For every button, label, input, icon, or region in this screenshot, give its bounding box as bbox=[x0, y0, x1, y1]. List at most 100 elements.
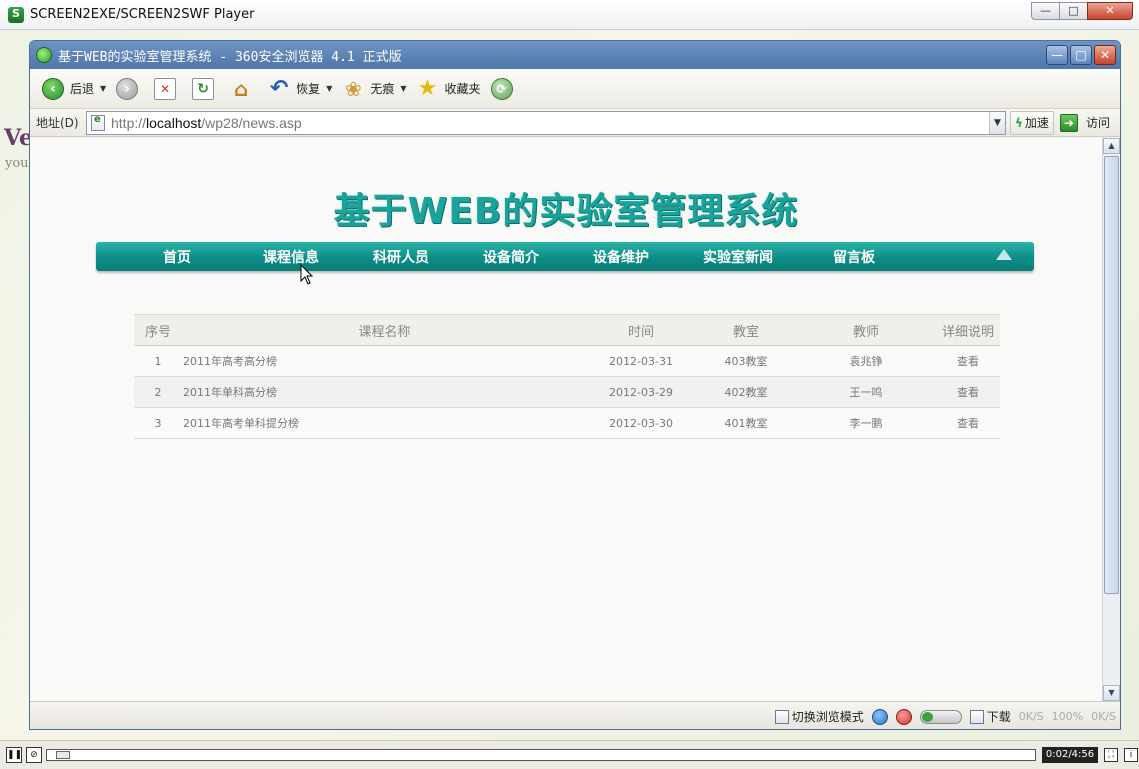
nav-collapse-icon[interactable] bbox=[996, 249, 1012, 260]
col-header-seq: 序号 bbox=[134, 314, 182, 346]
browser-statusbar: 切换浏览模式 下载 0K/S 100% 0K/S bbox=[30, 701, 1120, 729]
upload-speed: 0K/S bbox=[1091, 710, 1116, 723]
col-header-room: 教室 bbox=[696, 314, 796, 346]
cell-teacher: 李一鹏 bbox=[796, 407, 936, 439]
browser-close-button[interactable]: ✕ bbox=[1094, 45, 1116, 65]
player-maximize-button[interactable]: □ bbox=[1059, 2, 1087, 20]
pause-button[interactable]: ❚❚ bbox=[6, 747, 22, 763]
table-header-row: 序号 课程名称 时间 教室 教师 详细说明 bbox=[134, 314, 1000, 346]
accelerate-button[interactable]: ϟ 加速 bbox=[1010, 110, 1054, 135]
scroll-down-button[interactable]: ▼ bbox=[1103, 685, 1120, 701]
nav-home[interactable]: 首页 bbox=[163, 247, 191, 267]
player-app-icon bbox=[8, 6, 24, 23]
download-button[interactable]: 下载 bbox=[969, 708, 1011, 725]
stop-icon: ✕ bbox=[154, 77, 177, 100]
sync-icon: ⟳ bbox=[490, 77, 513, 100]
stop-button[interactable]: ✕ bbox=[154, 77, 182, 100]
address-bar: 地址(D) http://localhost/wp28/news.asp ▼ ϟ… bbox=[30, 109, 1120, 137]
cell-name: 2011年高考高分榜 bbox=[182, 345, 586, 377]
cell-time: 2012-03-31 bbox=[586, 345, 696, 377]
table-row: 2 2011年单科高分榜 2012-03-29 402教室 王一鸣 查看 bbox=[134, 376, 1000, 408]
browser-titlebar: 基于WEB的实验室管理系统 - 360安全浏览器 4.1 正式版 — □ ✕ bbox=[30, 41, 1120, 69]
download-speed: 0K/S bbox=[1019, 710, 1044, 723]
refresh-icon: ↻ bbox=[192, 77, 215, 100]
go-button[interactable]: ➔ 访问 bbox=[1059, 113, 1110, 132]
cell-teacher: 袁兆铮 bbox=[796, 345, 936, 377]
info-icon[interactable]: i bbox=[1124, 748, 1138, 762]
cell-room: 403教室 bbox=[696, 345, 796, 377]
browser-maximize-button[interactable]: □ bbox=[1070, 45, 1092, 65]
url-host: localhost bbox=[146, 114, 202, 131]
window-mode-icon bbox=[774, 709, 789, 724]
nav-equipment-maintenance[interactable]: 设备维护 bbox=[593, 247, 649, 267]
incognito-button[interactable]: ❀ 无痕 ▼ bbox=[342, 76, 407, 101]
upload-speed-value: 0K/S bbox=[1091, 710, 1116, 723]
main-nav: 首页 课程信息 科研人员 设备简介 设备维护 实验室新闻 留言板 bbox=[96, 242, 1034, 271]
incognito-dropdown-icon[interactable]: ▼ bbox=[400, 84, 406, 93]
download-icon bbox=[969, 709, 984, 724]
view-detail-link[interactable]: 查看 bbox=[936, 376, 1000, 408]
ie-mode-button[interactable] bbox=[871, 708, 888, 725]
nav-equipment-intro[interactable]: 设备简介 bbox=[483, 247, 539, 267]
paw-icon: ❀ bbox=[344, 76, 362, 101]
cell-teacher: 王一鸣 bbox=[796, 376, 936, 408]
back-arrow-icon: ‹ bbox=[42, 77, 64, 100]
favorites-label: 收藏夹 bbox=[444, 82, 481, 96]
zoom-button[interactable]: 100% bbox=[1052, 710, 1083, 723]
view-detail-link[interactable]: 查看 bbox=[936, 407, 1000, 439]
cell-name: 2011年高考单科提分榜 bbox=[182, 407, 586, 439]
home-button[interactable]: ⌂ bbox=[230, 76, 258, 101]
home-icon: ⌂ bbox=[234, 76, 249, 101]
player-close-button[interactable]: ✕ bbox=[1087, 2, 1133, 20]
seek-bar[interactable] bbox=[46, 749, 1036, 761]
toggle-icon bbox=[919, 709, 962, 724]
cell-seq: 2 bbox=[134, 376, 182, 408]
toggle-switch[interactable] bbox=[919, 709, 962, 724]
view-detail-link[interactable]: 查看 bbox=[936, 345, 1000, 377]
back-dropdown-icon[interactable]: ▼ bbox=[100, 84, 106, 93]
browser-window: 基于WEB的实验室管理系统 - 360安全浏览器 4.1 正式版 — □ ✕ ‹… bbox=[29, 40, 1121, 730]
restore-dropdown-icon[interactable]: ▼ bbox=[326, 84, 332, 93]
player-minimize-button[interactable]: — bbox=[1031, 2, 1059, 20]
browser-logo-icon bbox=[36, 47, 52, 63]
security-button[interactable] bbox=[895, 708, 912, 725]
favorites-button[interactable]: ★ 收藏夹 bbox=[417, 76, 481, 101]
restore-button[interactable]: ↶ 恢复 ▼ bbox=[268, 76, 332, 101]
accelerate-label: 加速 bbox=[1024, 116, 1049, 130]
cell-name: 2011年单科高分榜 bbox=[182, 376, 586, 408]
nav-researchers[interactable]: 科研人员 bbox=[373, 247, 429, 267]
background-deco-text-2: you bbox=[5, 156, 29, 171]
browser-minimize-button[interactable]: — bbox=[1046, 45, 1068, 65]
page-viewport: 基于WEB的实验室管理系统 首页 课程信息 科研人员 设备简介 设备维护 实验室… bbox=[30, 138, 1102, 701]
forward-arrow-icon: › bbox=[116, 77, 139, 100]
address-input[interactable]: http://localhost/wp28/news.asp ▼ bbox=[86, 110, 1006, 135]
site-title: 基于WEB的实验室管理系统 bbox=[333, 191, 799, 232]
address-url[interactable]: http://localhost/wp28/news.asp bbox=[111, 115, 302, 131]
download-speed-value: 0K/S bbox=[1018, 710, 1044, 723]
cell-time: 2012-03-29 bbox=[586, 376, 696, 408]
switch-mode-button[interactable]: 切换浏览模式 bbox=[774, 708, 864, 725]
star-icon: ★ bbox=[417, 76, 438, 101]
forward-button[interactable]: › bbox=[116, 77, 144, 100]
undo-icon: ↶ bbox=[269, 76, 289, 101]
playback-time: 0:02/4:56 bbox=[1042, 747, 1098, 763]
seek-thumb[interactable] bbox=[55, 751, 70, 759]
vertical-scrollbar[interactable]: ▲ ▼ bbox=[1102, 138, 1120, 701]
incognito-label: 无痕 bbox=[370, 82, 395, 96]
settings-button[interactable]: ⊘ bbox=[26, 747, 42, 763]
cell-room: 401教室 bbox=[696, 407, 796, 439]
address-dropdown-icon[interactable]: ▼ bbox=[989, 111, 1005, 134]
fullscreen-icon[interactable]: ⛶ bbox=[1104, 748, 1118, 762]
switch-mode-label: 切换浏览模式 bbox=[791, 710, 864, 724]
sync-button[interactable]: ⟳ bbox=[490, 77, 519, 100]
nav-message-board[interactable]: 留言板 bbox=[833, 247, 875, 267]
back-button[interactable]: ‹ 后退 ▼ bbox=[42, 77, 106, 100]
bolt-icon: ϟ bbox=[1015, 115, 1023, 130]
refresh-button[interactable]: ↻ bbox=[192, 77, 220, 100]
col-header-teacher: 教师 bbox=[796, 314, 936, 346]
scroll-thumb[interactable] bbox=[1104, 156, 1119, 594]
nav-lab-news[interactable]: 实验室新闻 bbox=[703, 247, 773, 267]
scroll-up-button[interactable]: ▲ bbox=[1103, 138, 1120, 154]
cell-time: 2012-03-30 bbox=[586, 407, 696, 439]
player-controls: ❚❚ ⊘ 0:02/4:56 ⛶ i bbox=[0, 740, 1139, 769]
